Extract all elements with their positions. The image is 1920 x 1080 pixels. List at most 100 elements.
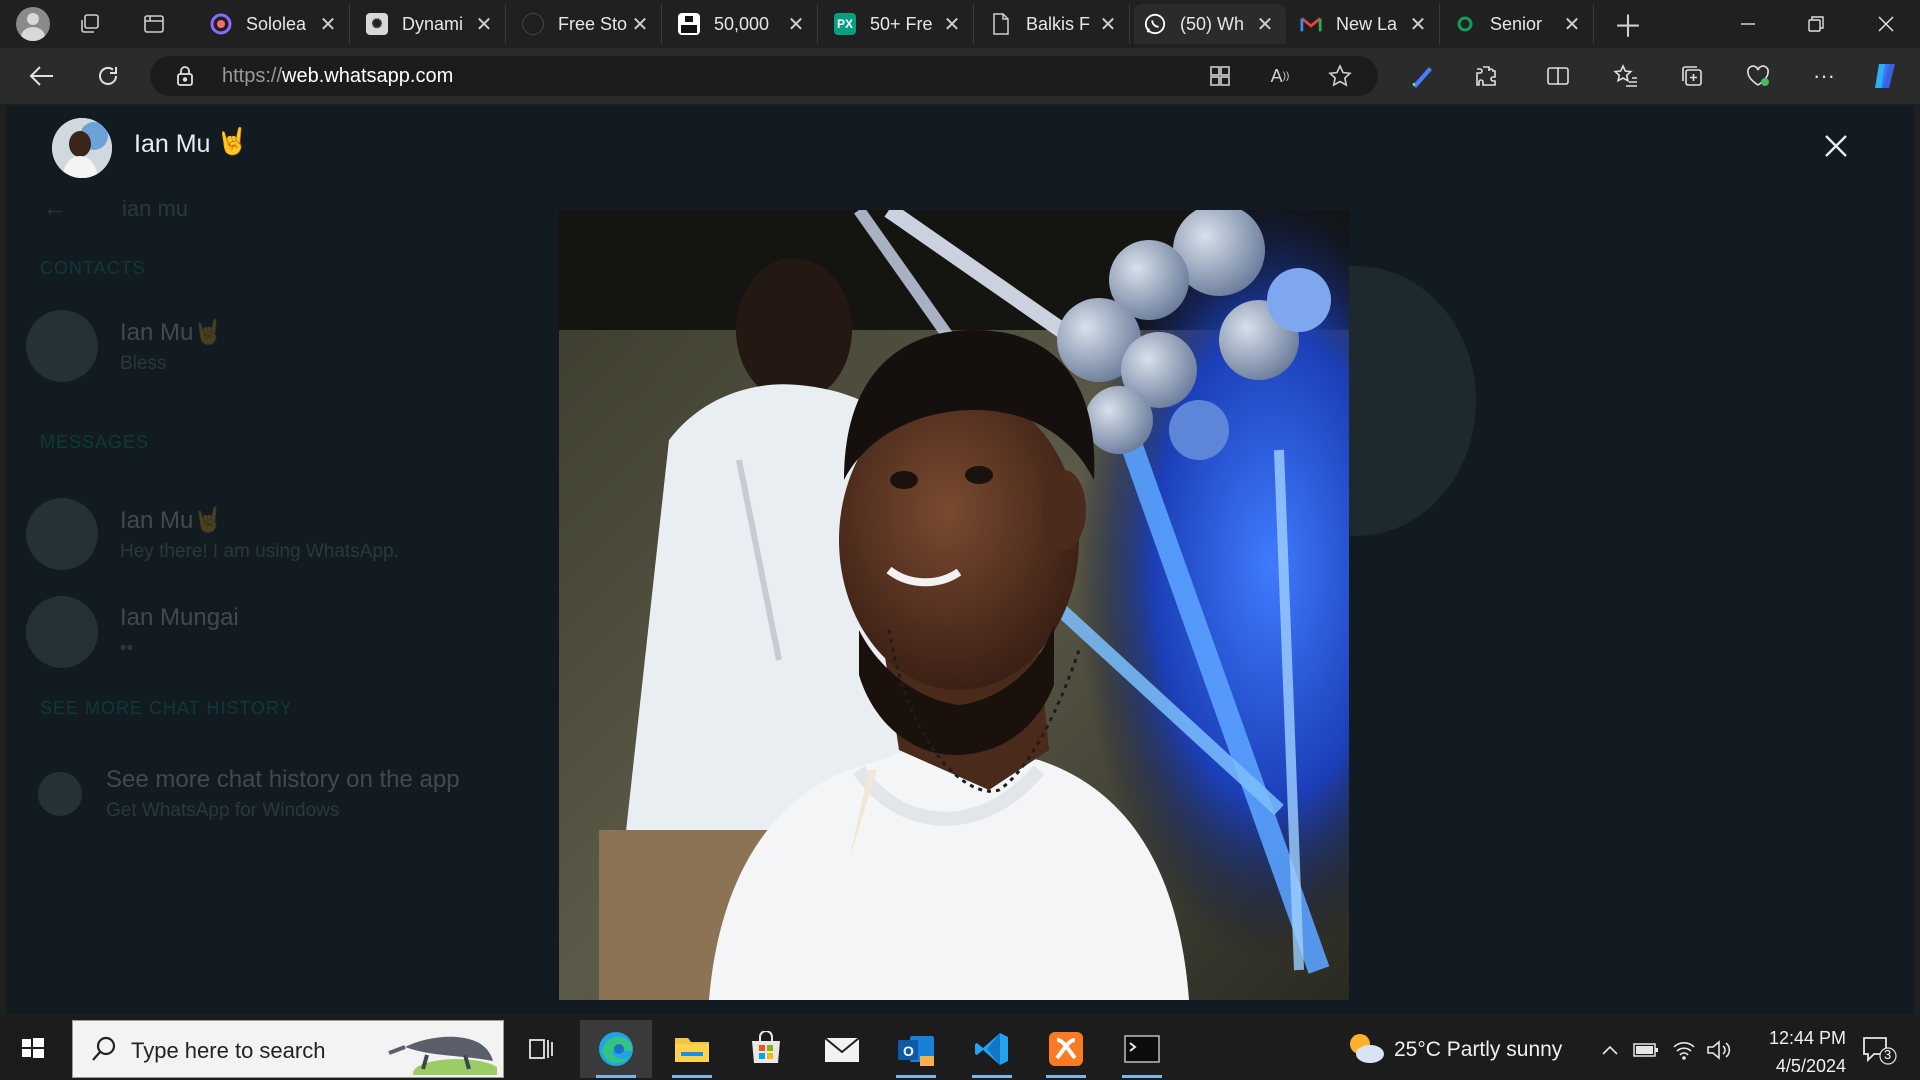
chat-row: Ian Mu🤘 Hey there! I am using WhatsApp. — [26, 494, 506, 574]
svg-text:O: O — [903, 1043, 914, 1059]
read-aloud-icon[interactable]: A)) — [1266, 62, 1294, 90]
copilot-icon[interactable] — [1868, 58, 1904, 94]
sololearn-icon — [210, 13, 232, 35]
browser-tab[interactable]: 50,000 ✕ — [668, 4, 818, 44]
weather-text[interactable]: 25°C Partly sunny — [1394, 1038, 1562, 1062]
split-screen-icon[interactable] — [1540, 58, 1576, 94]
notification-center-icon[interactable]: 3 — [1860, 1034, 1900, 1071]
section-header: MESSAGES — [40, 432, 150, 452]
gmail-icon — [1300, 13, 1322, 35]
avatar — [26, 498, 98, 570]
anteater-illustration-icon — [387, 1025, 501, 1080]
wifi-icon[interactable] — [1670, 1036, 1698, 1064]
refresh-icon[interactable] — [90, 58, 126, 94]
pexels-icon: PX — [834, 13, 856, 35]
chatgpt-icon: ✺ — [366, 13, 388, 35]
pen-extension-icon[interactable] — [1404, 58, 1440, 94]
close-tab-icon[interactable]: ✕ — [941, 12, 963, 37]
browser-tab[interactable]: Free Sto ✕ — [512, 4, 662, 44]
lock-icon[interactable] — [176, 65, 194, 92]
search-query-text: ian mu — [122, 196, 189, 221]
xampp-icon[interactable] — [1030, 1020, 1102, 1078]
chat-row: Ian Mu🤘 Bless — [26, 306, 506, 386]
browser-tab-active[interactable]: (50) Wh ✕ — [1134, 4, 1286, 44]
profile-photo — [559, 210, 1349, 1000]
back-arrow-icon[interactable] — [24, 58, 60, 94]
outlook-icon[interactable]: O — [880, 1020, 952, 1078]
camera-icon — [522, 13, 544, 35]
contact-name: Ian Mu — [134, 130, 211, 158]
battery-icon[interactable] — [1632, 1036, 1660, 1064]
mail-icon[interactable] — [806, 1020, 878, 1078]
windows-taskbar: Type here to search O 25°C Partly sunny … — [0, 1016, 1920, 1080]
browser-tab-strip: Sololea ✕ ✺ Dynami ✕ Free Sto ✕ 50,000 ✕… — [0, 0, 1920, 48]
browser-essentials-icon[interactable] — [1740, 58, 1776, 94]
workspaces-icon[interactable] — [72, 6, 108, 42]
browser-tab[interactable]: Sololea ✕ — [200, 4, 350, 44]
back-arrow-icon: ← — [42, 192, 68, 222]
partly-sunny-icon[interactable] — [1346, 1030, 1386, 1071]
system-clock[interactable]: 12:44 PM 4/5/2024 — [1750, 1024, 1846, 1080]
browser-tab[interactable]: PX 50+ Fre ✕ — [824, 4, 974, 44]
close-window-icon[interactable] — [1852, 0, 1920, 48]
search-placeholder: Type here to search — [131, 1038, 326, 1063]
notification-count: 3 — [1884, 1047, 1892, 1062]
browser-toolbar: https://web.whatsapp.com A)) ··· — [0, 48, 1920, 104]
task-view-icon[interactable] — [504, 1020, 576, 1078]
rock-hand-emoji: 🤘 — [216, 126, 249, 156]
chevron-up-icon[interactable] — [1596, 1036, 1624, 1064]
whatsapp-icon — [38, 772, 82, 816]
close-tab-icon[interactable]: ✕ — [629, 12, 651, 37]
tab-actions-icon[interactable] — [136, 6, 172, 42]
clock-date: 4/5/2024 — [1775, 1056, 1846, 1076]
collections-icon[interactable] — [1674, 58, 1710, 94]
history-row: See more chat history on the app Get What… — [26, 754, 506, 834]
microsoft-store-icon[interactable] — [730, 1020, 802, 1078]
close-tab-icon[interactable]: ✕ — [1407, 12, 1429, 37]
restore-icon[interactable] — [1782, 0, 1850, 48]
favorites-list-icon[interactable] — [1608, 58, 1644, 94]
volume-icon[interactable] — [1704, 1036, 1732, 1064]
browser-tab[interactable]: Senior ✕ — [1444, 4, 1594, 44]
app-available-icon[interactable] — [1206, 62, 1234, 90]
close-tab-icon[interactable]: ✕ — [317, 12, 339, 37]
edge-browser-icon[interactable] — [580, 1020, 652, 1078]
chat-row: Ian Mungai •• — [26, 592, 506, 672]
media-viewer-header: Ian Mu 🤘 — [6, 106, 1914, 186]
close-tab-icon[interactable]: ✕ — [785, 12, 807, 37]
section-header: CONTACTS — [40, 258, 146, 278]
extensions-puzzle-icon[interactable] — [1468, 58, 1504, 94]
minimize-icon[interactable] — [1714, 0, 1782, 48]
new-tab-plus-icon[interactable]: ＋ — [1610, 6, 1646, 44]
close-tab-icon[interactable]: ✕ — [473, 12, 495, 37]
url-text[interactable]: https://web.whatsapp.com — [222, 65, 453, 88]
avatar — [26, 310, 98, 382]
whatsapp-web-page: ← ian mu CONTACTS Ian Mu🤘 Bless MESSAGES … — [6, 106, 1914, 1014]
avatar[interactable] — [52, 118, 112, 178]
chat-search-results: ← ian mu CONTACTS Ian Mu🤘 Bless MESSAGES … — [6, 106, 526, 1014]
browser-tab[interactable]: New La ✕ — [1290, 4, 1440, 44]
ring-icon — [1454, 13, 1476, 35]
file-explorer-icon[interactable] — [656, 1020, 728, 1078]
avatar — [26, 596, 98, 668]
section-header: SEE MORE CHAT HISTORY — [40, 698, 293, 718]
search-icon — [91, 1035, 117, 1068]
close-tab-icon[interactable]: ✕ — [1561, 12, 1583, 37]
unsplash-icon — [678, 13, 700, 35]
whatsapp-icon — [1144, 13, 1166, 35]
browser-tab[interactable]: Balkis F ✕ — [980, 4, 1130, 44]
close-tab-icon[interactable]: ✕ — [1254, 12, 1276, 37]
terminal-icon[interactable] — [1106, 1020, 1178, 1078]
clock-time: 12:44 PM — [1768, 1028, 1846, 1048]
vscode-icon[interactable] — [956, 1020, 1028, 1078]
browser-tab[interactable]: ✺ Dynami ✕ — [356, 4, 506, 44]
document-icon — [990, 13, 1012, 35]
address-bar[interactable]: https://web.whatsapp.com A)) — [150, 56, 1378, 96]
close-icon[interactable] — [1820, 130, 1852, 162]
windows-start-icon[interactable] — [14, 1030, 50, 1066]
more-options-icon[interactable]: ··· — [1806, 58, 1842, 94]
favorite-star-icon[interactable] — [1326, 62, 1354, 90]
taskbar-search-box[interactable]: Type here to search — [72, 1020, 504, 1080]
profile-avatar-icon[interactable] — [16, 7, 50, 41]
close-tab-icon[interactable]: ✕ — [1097, 12, 1119, 37]
